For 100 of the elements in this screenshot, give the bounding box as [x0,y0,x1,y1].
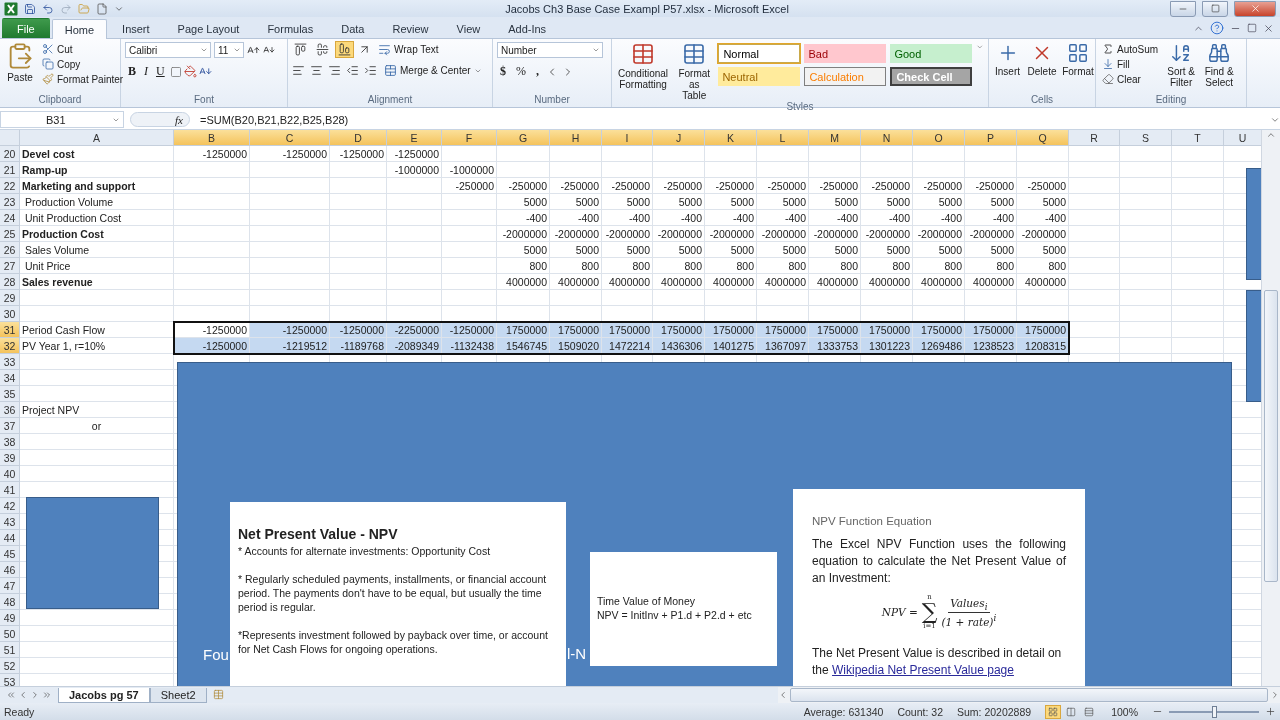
zoom-thumb[interactable] [1212,705,1217,718]
row-header[interactable]: 26 [0,242,20,258]
column-header[interactable]: P [965,130,1017,146]
cell-style-option[interactable]: Bad [804,44,887,63]
cell-style-option[interactable]: Normal [718,44,801,63]
format-cells-button[interactable]: Format [1062,42,1094,94]
conditional-formatting-button[interactable]: Conditional Formatting [616,42,671,101]
format-painter-button[interactable]: Format Painter [40,72,126,86]
column-header[interactable]: G [497,130,550,146]
row-header[interactable]: 46 [0,562,20,578]
column-header[interactable]: O [913,130,965,146]
column-header[interactable]: B [174,130,250,146]
ribbon-tab[interactable]: Data [328,18,378,38]
fill-button[interactable]: Fill [1100,57,1161,71]
column-header[interactable]: E [387,130,442,146]
row-header[interactable]: 42 [0,498,20,514]
column-header[interactable]: Q [1017,130,1069,146]
sheet-tab[interactable]: Sheet2 [149,687,207,703]
row-header[interactable]: 39 [0,450,20,466]
ribbon-tab[interactable]: Add-Ins [495,18,560,38]
column-header[interactable]: K [705,130,757,146]
column-header[interactable]: L [757,130,809,146]
row-header[interactable]: 52 [0,658,20,674]
row-header[interactable]: 41 [0,482,20,498]
row-header[interactable]: 44 [0,530,20,546]
row-header[interactable]: 35 [0,386,20,402]
column-header[interactable]: N [861,130,913,146]
sheet-tab[interactable]: Jacobs pg 57 [58,687,150,703]
row-header[interactable]: 38 [0,434,20,450]
view-button[interactable] [1045,704,1062,719]
cell-style-option[interactable]: Good [890,44,973,63]
minimize-button[interactable] [1170,0,1196,17]
underline-button[interactable]: U [153,64,168,79]
percent-button[interactable]: % [513,64,529,79]
font-size-field[interactable]: 11 [214,42,244,58]
vertical-align-button[interactable] [314,42,331,57]
row-header[interactable]: 27 [0,258,20,274]
autosum-button[interactable]: AutoSum [1100,42,1161,56]
row-header[interactable]: 28 [0,274,20,290]
column-header[interactable]: F [442,130,497,146]
comma-button[interactable]: , [533,64,542,79]
column-header[interactable]: U [1224,130,1261,146]
wikipedia-link[interactable]: Wikipedia Net Present Value page [832,663,1014,677]
merge-center-button[interactable]: Merge & Center [382,63,484,78]
restore-button[interactable] [1202,0,1228,17]
close-button[interactable] [1234,0,1276,17]
delete-cells-button[interactable]: Delete [1026,42,1058,94]
zoom-level[interactable]: 100% [1111,705,1138,718]
vertical-scrollbar[interactable] [1261,130,1280,686]
row-header[interactable]: 32 [0,338,20,354]
insert-function-button[interactable]: fx [175,113,183,126]
format-as-table-button[interactable]: Format as Table [674,42,715,101]
row-header[interactable]: 31 [0,322,20,338]
vertical-align-button[interactable] [292,42,309,57]
row-header[interactable]: 49 [0,610,20,626]
row-header[interactable]: 48 [0,594,20,610]
formula-field[interactable]: =SUM(B20,B21,B22,B25,B28) [196,113,1270,126]
find-select-button[interactable]: Find & Select [1202,42,1237,94]
row-header[interactable]: 50 [0,626,20,642]
row-header[interactable]: 33 [0,354,20,370]
row-header[interactable]: 45 [0,546,20,562]
column-header[interactable]: J [653,130,705,146]
ribbon-tab[interactable]: Review [379,18,442,38]
scroll-thumb[interactable] [790,688,1268,702]
row-header[interactable]: 25 [0,226,20,242]
sort-filter-button[interactable]: Sort & Filter [1164,42,1199,94]
column-header[interactable]: T [1172,130,1224,146]
insert-cells-button[interactable]: Insert [993,42,1022,94]
ribbon-tab[interactable]: Page Layout [164,18,253,38]
row-header[interactable]: 30 [0,306,20,322]
ribbon-tab[interactable]: View [443,18,494,38]
cell-style-option[interactable]: Neutral [718,67,801,86]
row-header[interactable]: 20 [0,146,20,162]
paste-button[interactable]: Paste [4,42,36,94]
currency-button[interactable]: $ [497,64,509,79]
bold-button[interactable]: B [125,64,139,79]
column-header[interactable]: C [250,130,330,146]
row-header[interactable]: 40 [0,466,20,482]
font-name-field[interactable]: Calibri [125,42,211,58]
number-format-field[interactable]: Number [497,42,603,58]
row-header[interactable]: 37 [0,418,20,434]
row-header[interactable]: 23 [0,194,20,210]
row-header[interactable]: 43 [0,514,20,530]
cut-button[interactable]: Cut [40,42,126,56]
row-header[interactable]: 29 [0,290,20,306]
copy-button[interactable]: Copy [40,57,126,71]
vertical-align-button[interactable] [336,42,353,57]
column-header[interactable]: I [602,130,653,146]
column-header[interactable]: R [1069,130,1120,146]
row-header[interactable]: 51 [0,642,20,658]
horizontal-scrollbar[interactable] [778,687,1280,703]
row-header[interactable]: 53 [0,674,20,686]
column-header[interactable]: M [809,130,861,146]
ribbon-tab[interactable]: Home [51,19,108,39]
ribbon-tab[interactable]: Formulas [254,18,327,38]
name-box[interactable]: B31 [0,111,124,128]
row-header[interactable]: 21 [0,162,20,178]
wrap-text-button[interactable]: Wrap Text [376,42,441,57]
row-header[interactable]: 34 [0,370,20,386]
scroll-thumb[interactable] [1264,290,1278,582]
